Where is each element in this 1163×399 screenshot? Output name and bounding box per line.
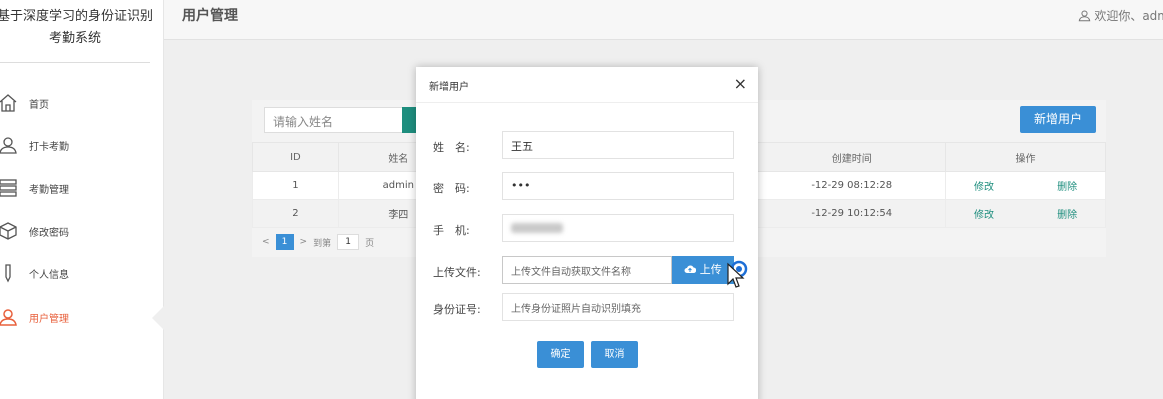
app-title-line1: 基于深度学习的身份证识别 [0, 9, 153, 24]
cell-created: -12-29 08:12:28 [757, 171, 947, 200]
idcard-field[interactable]: 上传身份证照片自动识别填充 [502, 293, 734, 321]
sidebar-item-checkin[interactable]: 打卡考勤 [0, 133, 160, 157]
add-user-button[interactable]: 新增用户 [1020, 106, 1096, 133]
upload-button-label: 上传 [699, 263, 722, 276]
redacted-phone [511, 223, 563, 233]
page-suffix: 页 [365, 238, 375, 249]
sidebar-item-home[interactable]: 首页 [0, 91, 160, 115]
form-row-password: 密 码: ••• [416, 172, 758, 202]
add-user-dialog: 新增用户 × 姓 名: 王五 密 码: ••• 手 机: 上传文件: 上传文件自… [416, 67, 758, 399]
name-label: 姓 名: [433, 141, 470, 154]
sidebar-item-label: 个人信息 [29, 269, 69, 281]
sidebar-item-password[interactable]: 修改密码 [0, 219, 160, 243]
cell-actions: 修改 删除 [945, 171, 1106, 200]
dialog-title: 新增用户 [429, 82, 469, 93]
sidebar-item-attendance[interactable]: 考勤管理 [0, 176, 160, 200]
upload-label: 上传文件: [433, 266, 481, 279]
prev-page-icon[interactable]: < [262, 237, 270, 247]
cancel-button[interactable]: 取消 [591, 341, 638, 368]
form-row-upload: 上传文件: 上传文件自动获取文件名称 上传 [416, 256, 758, 286]
edit-link[interactable]: 修改 [974, 182, 994, 193]
user-menu[interactable]: 欢迎你、adm [1078, 7, 1163, 24]
confirm-button[interactable]: 确定 [537, 341, 584, 368]
sidebar-item-label: 修改密码 [29, 227, 69, 239]
form-row-phone: 手 机: [416, 214, 758, 244]
password-field[interactable]: ••• [502, 172, 734, 200]
phone-label: 手 机: [433, 224, 470, 237]
mouse-cursor-icon [727, 260, 748, 288]
search-input[interactable]: 请输入姓名 [264, 107, 404, 133]
form-row-name: 姓 名: 王五 [416, 131, 758, 161]
idcard-label: 身份证号: [433, 303, 481, 316]
delete-link[interactable]: 删除 [1057, 182, 1077, 193]
pen-icon [5, 264, 11, 283]
close-icon[interactable]: × [734, 74, 747, 93]
page-title: 用户管理 [182, 8, 238, 24]
password-label: 密 码: [433, 182, 470, 195]
dialog-header: 新增用户 × [416, 67, 758, 103]
next-page-icon[interactable]: > [300, 237, 308, 247]
goto-page-input[interactable]: 1 [337, 234, 360, 250]
name-field[interactable]: 王五 [502, 131, 734, 159]
column-header-created: 创建时间 [757, 142, 947, 172]
goto-label: 到第 [313, 238, 332, 249]
box-icon [0, 222, 17, 240]
cell-id: 2 [252, 199, 339, 228]
sidebar-item-label: 考勤管理 [29, 184, 69, 196]
column-header-actions: 操作 [945, 142, 1106, 172]
welcome-text: 欢迎你、adm [1094, 9, 1163, 23]
sidebar-item-label: 首页 [29, 99, 49, 111]
user-icon [1079, 10, 1091, 22]
phone-field[interactable] [502, 214, 734, 242]
sidebar-divider [0, 62, 150, 63]
user-manage-icon [0, 309, 17, 326]
sidebar: 基于深度学习的身份证识别 考勤系统 首页 打卡考勤 考勤管理 修改密码 个人信息… [0, 0, 164, 399]
sidebar-item-user-management[interactable]: 用户管理 [0, 305, 160, 329]
page-number[interactable]: 1 [275, 234, 294, 250]
list-icon [0, 179, 17, 197]
delete-link[interactable]: 删除 [1057, 210, 1077, 221]
active-indicator [152, 306, 164, 330]
cell-actions: 修改 删除 [945, 199, 1106, 228]
edit-link[interactable]: 修改 [974, 210, 994, 221]
app-title-line2: 考勤系统 [48, 31, 101, 46]
user-icon [0, 137, 17, 154]
header: 用户管理 欢迎你、adm [164, 0, 1163, 40]
column-header-id: ID [252, 142, 339, 172]
cell-created: -12-29 10:12:54 [757, 199, 947, 228]
cell-id: 1 [252, 171, 339, 200]
sidebar-item-label: 打卡考勤 [29, 141, 69, 153]
pagination: < 1 > 到第 1 页 [262, 234, 374, 250]
home-icon [0, 94, 17, 112]
cloud-upload-icon [684, 265, 697, 273]
app-title: 基于深度学习的身份证识别 考勤系统 [0, 6, 160, 50]
form-row-idcard: 身份证号: 上传身份证照片自动识别填充 [416, 293, 758, 323]
sidebar-item-profile[interactable]: 个人信息 [0, 261, 160, 285]
sidebar-item-label: 用户管理 [29, 313, 69, 325]
upload-filename-field[interactable]: 上传文件自动获取文件名称 [502, 256, 672, 284]
